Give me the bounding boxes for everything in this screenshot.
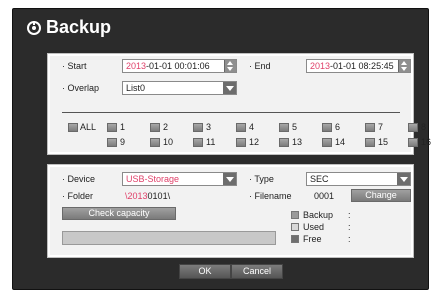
channel-checkbox[interactable]	[279, 138, 289, 147]
folder-value: \20130101\	[125, 191, 170, 201]
capacity-bar	[62, 231, 276, 245]
overlap-value: List0	[126, 83, 146, 93]
start-label: · Start	[62, 61, 87, 71]
end-date-rest: -01-01 08:25:45	[330, 61, 394, 71]
overlap-select[interactable]: List0	[122, 81, 237, 95]
chevron-down-icon[interactable]	[223, 173, 236, 185]
device-select[interactable]: USB-Storage	[122, 172, 237, 186]
channel-all-checkbox[interactable]	[68, 123, 78, 132]
legend-swatch	[291, 211, 299, 219]
legend-swatch	[291, 223, 299, 231]
end-spinner-icon[interactable]	[398, 60, 410, 72]
channel-label: 5	[292, 122, 298, 132]
channel-checkbox[interactable]	[150, 123, 160, 132]
start-date-rest: -01-01 00:01:06	[146, 61, 210, 71]
legend-swatch	[291, 235, 299, 243]
filename-value: 0001	[314, 191, 335, 201]
dialog-title: Backup	[46, 17, 112, 37]
channel-checkbox[interactable]	[365, 138, 375, 147]
channel-checkbox[interactable]	[322, 123, 332, 132]
channel-label: 13	[292, 137, 303, 147]
channel-checkbox[interactable]	[193, 138, 203, 147]
chevron-down-icon[interactable]	[223, 82, 236, 94]
overlap-label: · Overlap	[62, 83, 100, 93]
channel-label: 8	[421, 122, 427, 132]
channel-checkbox[interactable]	[107, 138, 117, 147]
channel-checkbox[interactable]	[365, 123, 375, 132]
change-button[interactable]: Change	[351, 189, 411, 202]
device-label: · Device	[62, 174, 96, 184]
folder-rest: 0101\	[147, 191, 171, 201]
channel-label: 15	[378, 137, 389, 147]
channel-checkbox[interactable]	[322, 138, 332, 147]
channel-label: 16	[421, 137, 432, 147]
channel-checkbox[interactable]	[236, 138, 246, 147]
legend-label: Used	[303, 222, 325, 232]
folder-year: 2013	[127, 191, 148, 201]
ok-button[interactable]: OK	[179, 264, 231, 279]
channel-label: 3	[206, 122, 212, 132]
channel-checkbox[interactable]	[408, 123, 418, 132]
folder-label: · Folder	[62, 191, 94, 201]
title-bar: Backup	[13, 9, 428, 47]
channel-checkbox[interactable]	[193, 123, 203, 132]
channel-label: 1	[120, 122, 126, 132]
channel-label: 11	[206, 137, 216, 147]
channel-all-label: ALL	[80, 122, 97, 132]
type-label: · Type	[249, 174, 274, 184]
backup-dialog: Backup · Start 2013-01-01 00:01:06 · End…	[12, 8, 431, 290]
legend-label: Backup	[303, 210, 334, 220]
channel-label: 4	[249, 122, 255, 132]
end-label: · End	[249, 61, 271, 71]
channel-checkbox[interactable]	[279, 123, 289, 132]
filename-label: · Filename	[249, 191, 292, 201]
start-year: 2013	[126, 61, 147, 71]
search-range-panel: · Start 2013-01-01 00:01:06 · End 2013-0…	[47, 53, 431, 155]
cancel-button[interactable]: Cancel	[231, 264, 283, 279]
channel-checkbox[interactable]	[408, 138, 418, 147]
legend-value: :	[348, 210, 351, 220]
channel-checkbox[interactable]	[107, 123, 117, 132]
start-spinner-icon[interactable]	[224, 60, 236, 72]
end-year: 2013	[310, 61, 331, 71]
backup-device-panel: · Device USB-Storage · Type SEC · Folder…	[47, 164, 414, 258]
channel-label: 12	[249, 137, 260, 147]
check-capacity-button[interactable]: Check capacity	[62, 207, 176, 220]
device-value: USB-Storage	[126, 174, 180, 184]
channel-label: 14	[335, 137, 346, 147]
legend-value: :	[348, 234, 351, 244]
start-datetime-field[interactable]: 2013-01-01 00:01:06	[122, 59, 237, 73]
channel-label: 7	[378, 122, 384, 132]
channel-label: 10	[163, 137, 174, 147]
end-datetime-field[interactable]: 2013-01-01 08:25:45	[306, 59, 411, 73]
channel-label: 6	[335, 122, 341, 132]
backup-icon	[27, 21, 41, 35]
channel-label: 9	[120, 137, 126, 147]
type-value: SEC	[310, 174, 329, 184]
type-select[interactable]: SEC	[306, 172, 411, 186]
channel-checkbox[interactable]	[236, 123, 246, 132]
channel-label: 2	[163, 122, 169, 132]
chevron-down-icon[interactable]	[397, 173, 410, 185]
legend-value: :	[348, 222, 351, 232]
divider	[62, 112, 400, 113]
legend-label: Free	[303, 234, 322, 244]
channel-checkbox[interactable]	[150, 138, 160, 147]
